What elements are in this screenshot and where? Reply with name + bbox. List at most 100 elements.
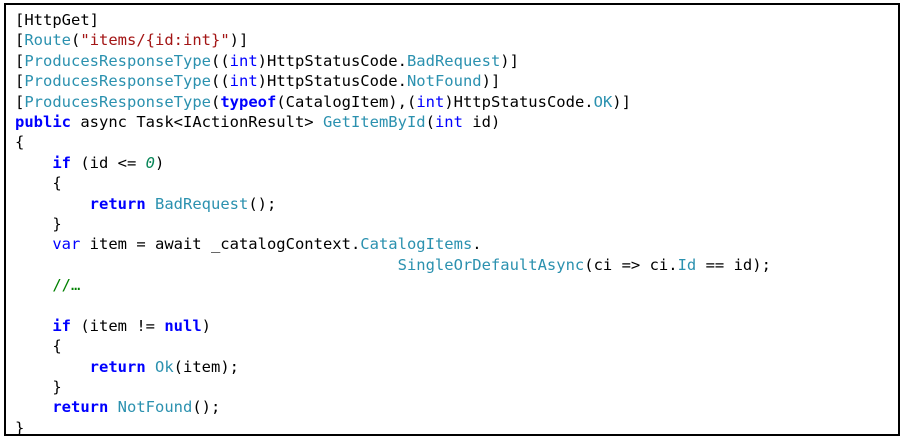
code-token: ) bbox=[155, 153, 165, 172]
code-line: if (item != null) bbox=[15, 316, 771, 336]
code-token: )] bbox=[612, 92, 631, 111]
code-token: )HttpStatusCode. bbox=[257, 72, 407, 91]
code-token: [ bbox=[15, 51, 25, 70]
code-token: )] bbox=[500, 51, 519, 70]
code-line: if (id <= 0) bbox=[15, 153, 771, 173]
code-block-frame: [HttpGet] [Route("items/{id:int}")] [Produ… bbox=[4, 3, 900, 438]
code-token: )HttpStatusCode. bbox=[257, 51, 407, 70]
code-line: [ProducesResponseType(typeof(CatalogItem… bbox=[15, 92, 771, 112]
code-token: (( bbox=[210, 51, 230, 70]
code-token: )] bbox=[481, 72, 501, 91]
code-token: CatalogItems bbox=[360, 235, 473, 254]
code-line: public async Task<IActionResult> GetItem… bbox=[15, 112, 771, 132]
code-token: )] bbox=[229, 31, 249, 50]
code-token: (id <= bbox=[71, 153, 146, 172]
code-token: int bbox=[434, 112, 463, 131]
code-token: (( bbox=[210, 72, 230, 91]
code-token: id) bbox=[462, 112, 501, 131]
code-line: return Ok(item); bbox=[15, 357, 771, 377]
code-line: { bbox=[15, 336, 771, 356]
code-line: return BadRequest(); bbox=[15, 194, 771, 214]
code-token: 0 bbox=[145, 153, 155, 172]
code-token: "items/{id:int}" bbox=[80, 31, 230, 50]
code-token: int bbox=[229, 51, 258, 70]
code-token: ( bbox=[71, 31, 81, 50]
code-token: } bbox=[15, 378, 62, 397]
code-line: } bbox=[15, 418, 771, 438]
code-line: //… bbox=[15, 275, 771, 295]
code-token: return bbox=[52, 398, 109, 417]
code-token: NotFound bbox=[406, 72, 482, 91]
code-token: . bbox=[472, 235, 482, 254]
code-token: ProducesResponseType bbox=[24, 51, 211, 70]
code-token: null bbox=[164, 316, 202, 335]
code-token: if bbox=[52, 153, 71, 172]
code-token: ProducesResponseType bbox=[24, 72, 211, 91]
code-listing: [HttpGet] [Route("items/{id:int}")] [Produ… bbox=[15, 10, 771, 438]
code-line: ​ bbox=[15, 295, 771, 315]
code-token: public bbox=[15, 112, 71, 131]
code-token: Ok bbox=[155, 357, 174, 376]
code-line: { bbox=[15, 173, 771, 193]
code-token: ) bbox=[201, 316, 211, 335]
code-token: return bbox=[89, 194, 146, 213]
code-line: } bbox=[15, 377, 771, 397]
code-token: item = await _catalogContext. bbox=[80, 235, 361, 254]
code-token: } bbox=[15, 214, 62, 233]
code-token: [ bbox=[15, 31, 25, 50]
code-token: ( bbox=[210, 92, 221, 111]
code-line: [ProducesResponseType((int)HttpStatusCod… bbox=[15, 51, 771, 71]
code-token: { bbox=[15, 133, 25, 152]
code-token: NotFound bbox=[117, 398, 193, 417]
code-token: (item != bbox=[71, 316, 165, 335]
code-token: (); bbox=[192, 398, 221, 417]
code-token: (); bbox=[248, 194, 277, 213]
code-token: ( bbox=[425, 112, 435, 131]
code-line: [ProducesResponseType((int)HttpStatusCod… bbox=[15, 71, 771, 91]
code-token: return bbox=[89, 357, 146, 376]
code-token: )HttpStatusCode. bbox=[444, 92, 594, 111]
code-token: OK bbox=[593, 92, 613, 111]
code-token: } bbox=[15, 418, 25, 437]
code-token: ProducesResponseType bbox=[24, 92, 211, 111]
code-token: var bbox=[52, 235, 81, 254]
code-line: var item = await _catalogContext.Catalog… bbox=[15, 234, 771, 254]
code-token: BadRequest bbox=[406, 51, 501, 70]
code-token: [HttpGet] bbox=[15, 11, 99, 29]
code-line: { bbox=[15, 132, 771, 152]
code-token: int bbox=[416, 92, 445, 111]
code-token: [ bbox=[15, 92, 25, 111]
code-token: (ci => ci. bbox=[584, 255, 678, 274]
code-token: BadRequest bbox=[155, 194, 249, 213]
code-token: GetItemById bbox=[322, 112, 426, 131]
code-token: (item); bbox=[173, 357, 239, 376]
code-token: async Task<IActionResult> bbox=[71, 112, 323, 131]
code-line: [HttpGet] bbox=[15, 10, 771, 30]
code-token: (CatalogItem),( bbox=[276, 92, 417, 111]
code-line: } bbox=[15, 214, 771, 234]
code-token: { bbox=[15, 337, 62, 356]
code-line: SingleOrDefaultAsync(ci => ci.Id == id); bbox=[15, 255, 771, 275]
code-token: if bbox=[52, 316, 71, 335]
code-token: [ bbox=[15, 72, 25, 91]
code-token: Route bbox=[24, 31, 72, 50]
code-token: //… bbox=[15, 276, 81, 295]
code-token: Id bbox=[677, 255, 697, 274]
code-token: int bbox=[229, 72, 258, 91]
code-line: [Route("items/{id:int}")] bbox=[15, 30, 771, 50]
code-line: return NotFound(); bbox=[15, 397, 771, 417]
code-token: == id); bbox=[696, 255, 771, 274]
code-token: { bbox=[15, 174, 62, 193]
code-token: SingleOrDefaultAsync bbox=[397, 255, 585, 274]
code-token: typeof bbox=[220, 92, 277, 111]
